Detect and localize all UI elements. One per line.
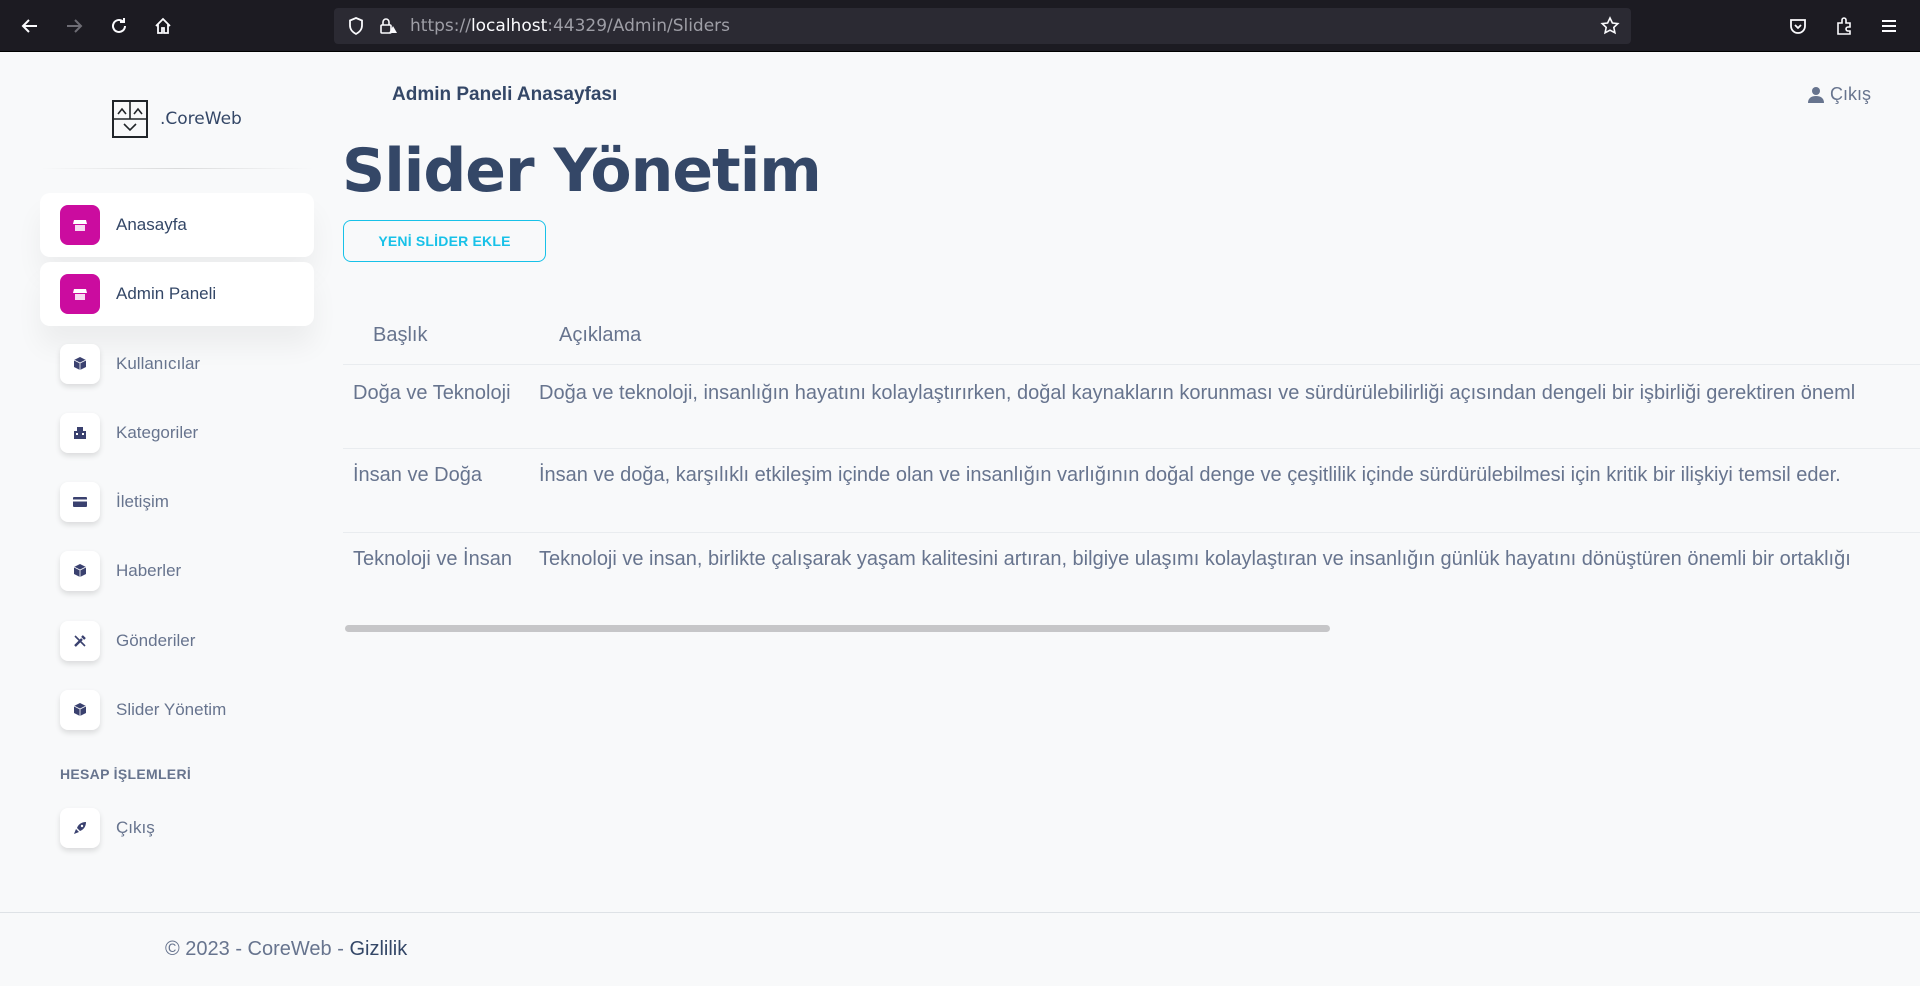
- extensions-icon[interactable]: [1822, 0, 1866, 51]
- sidebar-item-label: Anasayfa: [116, 215, 187, 234]
- sidebar-item-kullanicilar[interactable]: Kullanıcılar: [40, 332, 314, 396]
- sidebar-item-label: Kullanıcılar: [116, 354, 201, 373]
- office-icon: [60, 413, 100, 453]
- menu-icon[interactable]: [1867, 0, 1911, 51]
- table-cell-description: Teknoloji ve insan, birlikte çalışarak y…: [539, 548, 1851, 570]
- user-icon: [1808, 86, 1824, 104]
- sidebar-item-label: Admin Paneli: [116, 284, 217, 303]
- table-cell-description: İnsan ve doğa, karşılıklı etkileşim için…: [539, 464, 1841, 486]
- header-logout-label: Çıkış: [1830, 84, 1872, 104]
- footer: © 2023 - CoreWeb - Gizlilik: [165, 938, 407, 961]
- add-slider-button[interactable]: YENİ SLİDER EKLE: [343, 220, 546, 262]
- box-icon: [60, 690, 100, 730]
- column-header-description: Açıklama: [559, 324, 642, 346]
- reload-icon[interactable]: [97, 0, 141, 51]
- back-icon[interactable]: [8, 0, 52, 51]
- shield-icon[interactable]: [342, 8, 370, 44]
- brand[interactable]: .CoreWeb: [112, 100, 242, 138]
- sidebar-item-label: Kategoriler: [116, 423, 199, 442]
- sidebar-item-gonderiler[interactable]: Gönderiler: [40, 609, 314, 673]
- shop-icon: [60, 205, 100, 245]
- brand-divider: [40, 168, 314, 169]
- header-title[interactable]: Admin Paneli Anasayfası: [392, 84, 617, 106]
- column-header-title: Başlık: [373, 324, 428, 346]
- page-title: Slider Yönetim: [342, 136, 822, 206]
- url-text: https://localhost:44329/Admin/Sliders: [410, 16, 731, 36]
- table-cell-title: İnsan ve Doğa: [353, 464, 482, 486]
- table-divider: [343, 448, 1920, 449]
- shop-icon: [60, 274, 100, 314]
- sidebar-item-kategoriler[interactable]: Kategoriler: [40, 401, 314, 465]
- address-bar[interactable]: https://localhost:44329/Admin/Sliders: [334, 8, 1631, 44]
- sidebar-item-haberler[interactable]: Haberler: [40, 539, 314, 603]
- header-logout-link[interactable]: Çıkış: [1808, 84, 1871, 105]
- sidebar-item-slider-yonetim[interactable]: Slider Yönetim: [40, 678, 314, 742]
- sidebar-item-admin-paneli[interactable]: Admin Paneli: [40, 262, 314, 326]
- pocket-icon[interactable]: [1776, 0, 1820, 51]
- credit-card-icon: [60, 482, 100, 522]
- footer-divider: [0, 912, 1920, 913]
- sidebar-item-iletisim[interactable]: İletişim: [40, 470, 314, 534]
- sidebar-item-cikis[interactable]: Çıkış: [40, 796, 314, 860]
- table-divider: [343, 364, 1920, 365]
- sidebar-item-label: Haberler: [116, 561, 182, 580]
- sidebar-item-anasayfa[interactable]: Anasayfa: [40, 193, 314, 257]
- sidebar: .CoreWeb Anasayfa Admin Paneli Kullanıcı…: [40, 52, 314, 912]
- lock-warning-icon[interactable]: [374, 8, 402, 44]
- home-icon[interactable]: [141, 0, 185, 51]
- sidebar-item-label: İletişim: [116, 492, 169, 511]
- table-cell-title: Teknoloji ve İnsan: [353, 548, 512, 570]
- horizontal-scrollbar[interactable]: [345, 625, 1330, 632]
- table-divider: [343, 532, 1920, 533]
- privacy-link[interactable]: Gizlilik: [349, 938, 407, 960]
- section-title-account: HESAP İŞLEMLERİ: [60, 766, 192, 782]
- sliders-table: Başlık Açıklama Doğa ve Teknoloji Doğa v…: [343, 300, 1920, 640]
- sidebar-item-label: Çıkış: [116, 818, 155, 837]
- brand-logo-icon: [112, 100, 148, 138]
- forward-icon[interactable]: [52, 0, 96, 51]
- box-icon: [60, 551, 100, 591]
- sidebar-item-label: Slider Yönetim: [116, 700, 227, 719]
- settings-tools-icon: [60, 621, 100, 661]
- footer-copyright: © 2023 - CoreWeb -: [165, 938, 350, 960]
- table-cell-description: Doğa ve teknoloji, insanlığın hayatını k…: [539, 382, 1856, 404]
- box-icon: [60, 344, 100, 384]
- brand-name: .CoreWeb: [160, 109, 242, 129]
- sidebar-item-label: Gönderiler: [116, 631, 196, 650]
- rocket-icon: [60, 808, 100, 848]
- table-cell-title: Doğa ve Teknoloji: [353, 382, 511, 404]
- browser-toolbar: https://localhost:44329/Admin/Sliders: [0, 0, 1920, 51]
- bookmark-star-icon[interactable]: [1596, 8, 1624, 44]
